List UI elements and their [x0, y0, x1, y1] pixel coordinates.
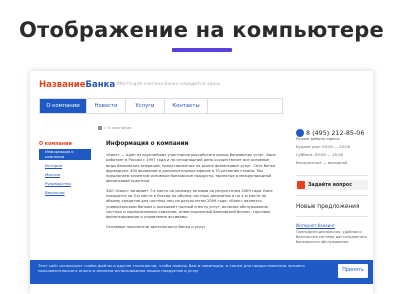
- nav-item-news[interactable]: Новости: [87, 99, 125, 113]
- left-nav-link-vacancies[interactable]: Вакансии: [45, 190, 91, 195]
- accept-cookies-button[interactable]: Принять: [338, 264, 368, 278]
- left-nav-active-item[interactable]: Информация о компании: [39, 149, 91, 160]
- breadcrumb-separator: »: [104, 125, 107, 130]
- nav-divider: [207, 99, 208, 113]
- question-icon: [297, 181, 305, 189]
- sidebar-divider: [296, 216, 368, 217]
- left-nav-link-mission[interactable]: Миссия: [45, 172, 91, 177]
- nav-item-contacts[interactable]: Контакты: [165, 99, 207, 113]
- page-heading: Отображение на компьютере: [19, 18, 384, 42]
- heading-underline: [172, 48, 232, 52]
- logo-part-2: Банка: [85, 80, 116, 90]
- logo-part-1: Название: [39, 80, 86, 90]
- ask-question-button[interactable]: Задайте вопрос: [296, 180, 368, 190]
- office-hours-title: Режим работы офиса:: [296, 136, 341, 141]
- office-hours-line: Воскресенье — выходной: [296, 160, 348, 165]
- main-content: Информация о компании «Банк» — один из к…: [106, 141, 279, 234]
- office-hours-line: Будние дни: 09:00 — 20:00: [296, 144, 351, 149]
- left-nav: О компании Информация о компании История…: [39, 142, 91, 199]
- cookie-text: Этот сайт использует cookie-файлы и друг…: [38, 263, 305, 274]
- sidebar-divider: [296, 195, 368, 196]
- sidebar-divider: [296, 175, 368, 176]
- nav-item-services[interactable]: Услуги: [126, 99, 164, 113]
- contact-block: 8 (495) 212-85-06 Режим работы офиса: Бу…: [296, 122, 368, 165]
- breadcrumb: » О компании: [98, 125, 131, 130]
- content-paragraph: Основные показатели деятельности банка и…: [106, 224, 206, 229]
- home-icon[interactable]: [98, 126, 102, 130]
- left-nav-link-management[interactable]: Руководство: [45, 181, 91, 186]
- news-link-internet-banking[interactable]: Интернет-банкинг: [296, 223, 335, 228]
- breadcrumb-current: О компании: [107, 125, 132, 130]
- left-nav-title[interactable]: О компании: [39, 142, 91, 147]
- cookie-banner: Этот сайт использует cookie-файлы и друг…: [30, 260, 373, 284]
- content-paragraph: ЗАО «Банк» занимает 7-е место по размеру…: [106, 188, 273, 220]
- nav-item-about[interactable]: О компании: [40, 99, 86, 113]
- ask-question-label: Задайте вопрос: [308, 182, 353, 188]
- bank-logo[interactable]: НазваниеБанка: [39, 80, 115, 90]
- news-description: Полнофункциональная, удобная и безопасна…: [296, 230, 367, 244]
- site-slogan: Место для слогана банка находится здесь: [117, 82, 221, 87]
- main-nav: О компании Новости Услуги Контакты: [39, 98, 283, 114]
- content-paragraph: «Банк» — один из крупнейших участников р…: [106, 153, 276, 184]
- site-header: НазваниеБанка Место для слогана банка на…: [30, 71, 373, 98]
- content-title: Информация о компании: [106, 141, 189, 147]
- left-nav-link-history[interactable]: История: [45, 163, 91, 168]
- news-section-title: Новые предложения: [296, 204, 360, 210]
- office-hours-line: Суббота: 09:00 — 15:00: [296, 152, 344, 157]
